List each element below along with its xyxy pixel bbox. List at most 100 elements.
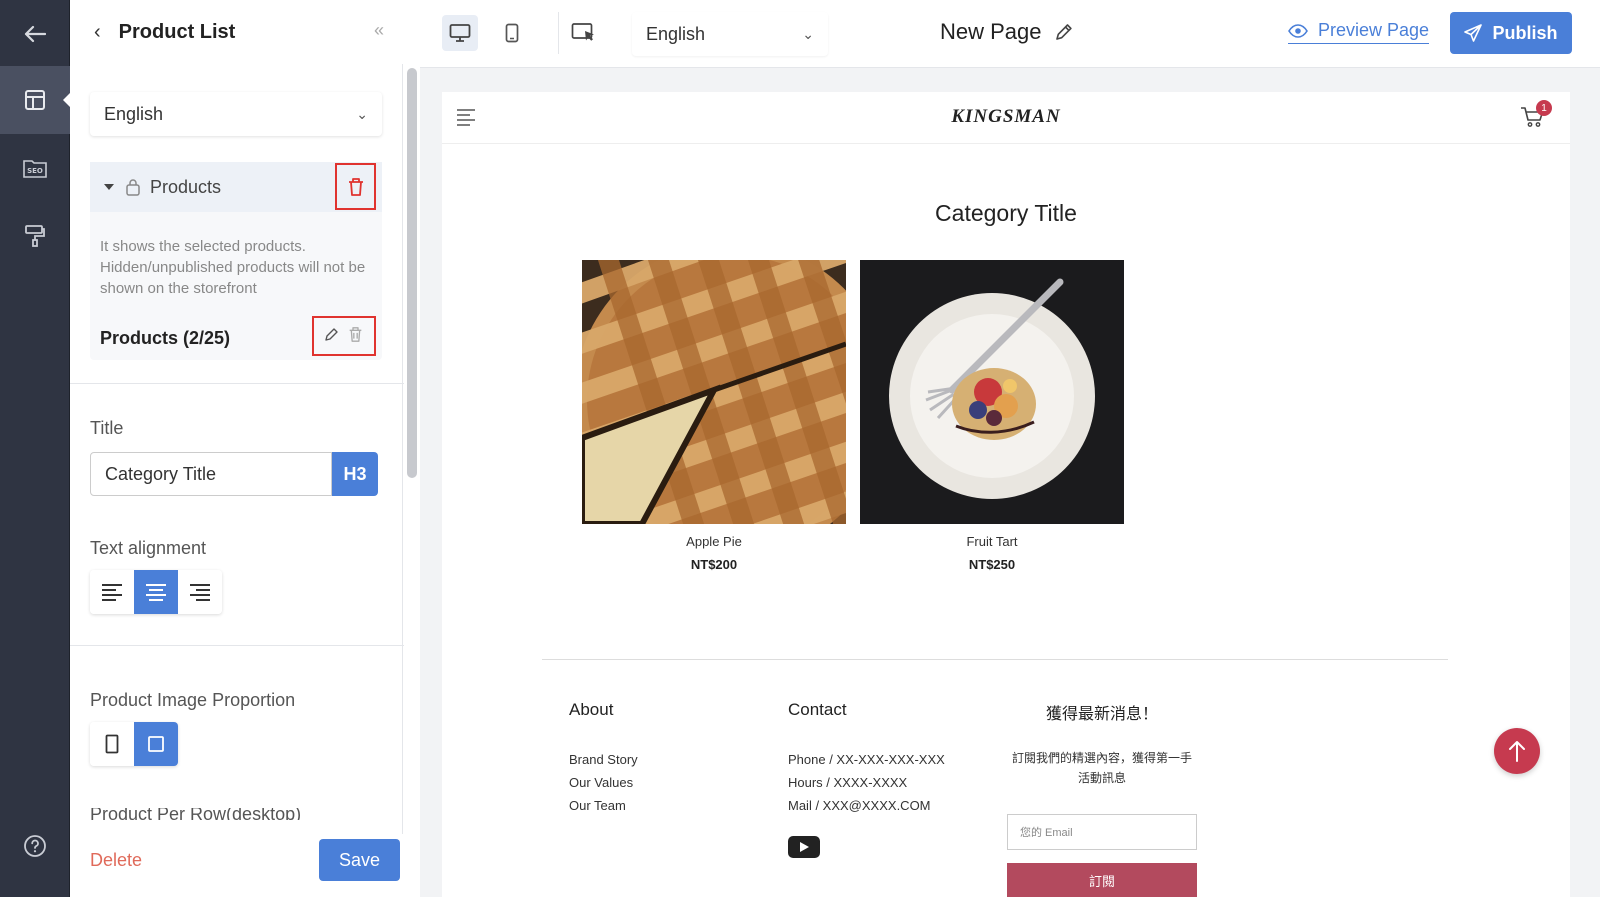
arrow-left-icon bbox=[24, 25, 46, 43]
heading-level-button[interactable]: H3 bbox=[332, 452, 378, 496]
settings-panel: ‹ Product List « English ⌄ Products It s… bbox=[70, 0, 420, 897]
select-element-button[interactable] bbox=[566, 15, 602, 51]
product-name: Fruit Tart bbox=[966, 534, 1018, 549]
layout-section-button[interactable] bbox=[0, 66, 71, 134]
chevron-down-icon: ⌄ bbox=[356, 105, 368, 122]
style-section-button[interactable] bbox=[0, 202, 70, 270]
newsletter-email-input[interactable]: 您的 Email bbox=[1007, 814, 1197, 850]
layout-icon bbox=[25, 90, 45, 110]
chevron-down-icon: ⌄ bbox=[802, 25, 814, 42]
text-alignment-label: Text alignment bbox=[90, 538, 207, 558]
footer-contact-heading: Contact bbox=[788, 700, 847, 719]
save-button[interactable]: Save bbox=[319, 839, 400, 881]
contact-line: Phone / XX-XXX-XXX-XXX bbox=[788, 752, 945, 767]
mobile-icon bbox=[505, 23, 519, 43]
eye-icon bbox=[1288, 23, 1308, 38]
product-price: NT$250 bbox=[968, 557, 1016, 572]
side-rail: SEO bbox=[0, 0, 71, 897]
help-circle-icon bbox=[24, 835, 46, 857]
seo-section-button[interactable]: SEO bbox=[0, 134, 70, 202]
footer-link[interactable]: Our Values bbox=[569, 775, 638, 790]
collapse-panel-icon[interactable]: « bbox=[374, 20, 384, 41]
language-select-value: English bbox=[104, 103, 164, 124]
align-left-icon bbox=[102, 584, 122, 601]
pencil-icon[interactable] bbox=[323, 327, 339, 343]
products-count: Products (2/25) bbox=[100, 328, 231, 348]
fruit-tart-image bbox=[860, 260, 1124, 524]
panel-divider bbox=[402, 64, 403, 834]
store-header: KINGSMAN 1 bbox=[442, 92, 1570, 144]
preview-page-link[interactable]: Preview Page bbox=[1288, 20, 1430, 44]
footer-contact-column: Contact Phone / XX-XXX-XXX-XXX Hours / X… bbox=[788, 700, 945, 821]
panel-title: Product List bbox=[118, 20, 236, 43]
scroll-to-top-button[interactable] bbox=[1494, 728, 1540, 774]
trash-icon[interactable] bbox=[347, 177, 365, 197]
footer-about-heading: About bbox=[569, 700, 614, 719]
publish-label: Publish bbox=[1492, 22, 1558, 43]
footer-link[interactable]: Brand Story bbox=[569, 752, 638, 767]
youtube-icon[interactable] bbox=[788, 836, 820, 858]
align-right-icon bbox=[190, 584, 210, 601]
products-block-label: Products bbox=[150, 176, 222, 197]
preview-page-label: Preview Page bbox=[1318, 20, 1430, 40]
product-card[interactable]: Apple Pie NT$200 bbox=[582, 260, 846, 572]
newsletter-subscribe-button[interactable]: 訂閱 bbox=[1007, 863, 1197, 897]
portrait-proportion-button[interactable] bbox=[90, 722, 134, 766]
seo-icon: SEO bbox=[23, 160, 47, 178]
products-per-row-label: Product Per Row(desktop) bbox=[90, 808, 302, 820]
divider bbox=[70, 383, 404, 384]
products-block: Products It shows the selected products.… bbox=[90, 162, 382, 360]
chevron-left-icon[interactable]: ‹ bbox=[94, 21, 101, 44]
help-button[interactable] bbox=[0, 812, 70, 880]
text-alignment-group bbox=[90, 570, 222, 614]
desktop-icon bbox=[449, 24, 471, 42]
language-select[interactable]: English ⌄ bbox=[90, 92, 382, 136]
align-center-icon bbox=[146, 584, 166, 601]
footer-divider bbox=[542, 659, 1448, 660]
products-description: It shows the selected products. Hidden/u… bbox=[100, 238, 366, 297]
page-language-value: English bbox=[646, 23, 706, 44]
title-label: Title bbox=[90, 418, 124, 438]
newsletter-text: 訂閱我們的精選內容，獲得第一手活動訊息 bbox=[1011, 751, 1192, 785]
footer-link[interactable]: Our Team bbox=[569, 798, 638, 813]
product-price: NT$200 bbox=[690, 557, 738, 572]
image-proportion-label: Product Image Proportion bbox=[90, 690, 296, 710]
mobile-view-button[interactable] bbox=[494, 15, 530, 51]
product-name: Apple Pie bbox=[686, 534, 742, 549]
lock-icon bbox=[126, 179, 140, 196]
arrow-up-icon bbox=[1509, 741, 1525, 762]
paper-plane-icon bbox=[1464, 24, 1483, 42]
highlight-box bbox=[312, 316, 376, 356]
panel-scrollbar[interactable] bbox=[407, 68, 417, 478]
pencil-icon[interactable] bbox=[1054, 22, 1074, 42]
newsletter-heading: 獲得最新消息！ bbox=[1045, 706, 1158, 723]
align-right-button[interactable] bbox=[178, 570, 222, 614]
page-preview-canvas: KINGSMAN 1 Category Title Apple Pie NT$2… bbox=[442, 92, 1570, 897]
store-brand-logo[interactable]: KINGSMAN bbox=[442, 106, 1570, 128]
toolbar-separator bbox=[558, 12, 559, 54]
delete-button[interactable]: Delete bbox=[90, 850, 142, 871]
trash-icon[interactable] bbox=[348, 326, 363, 343]
square-proportion-button[interactable] bbox=[134, 722, 178, 766]
publish-button[interactable]: Publish bbox=[1450, 12, 1572, 54]
panel-header: ‹ Product List « bbox=[70, 0, 420, 64]
contact-line: Hours / XXXX-XXXX bbox=[788, 775, 908, 790]
back-arrow-button[interactable] bbox=[0, 0, 70, 68]
svg-text:SEO: SEO bbox=[27, 167, 43, 175]
product-card[interactable]: Fruit Tart NT$250 bbox=[860, 260, 1124, 572]
portrait-rect-icon bbox=[105, 734, 119, 754]
caret-down-icon[interactable] bbox=[104, 184, 114, 190]
image-proportion-group bbox=[90, 722, 178, 766]
footer-about-column: About Brand Story Our Values Our Team bbox=[569, 700, 638, 821]
top-toolbar: English ⌄ New Page Preview Page Publish bbox=[420, 0, 1600, 68]
panel-footer: Delete Save bbox=[70, 834, 420, 897]
page-name-text: New Page bbox=[940, 19, 1042, 44]
align-left-button[interactable] bbox=[90, 570, 134, 614]
align-center-button[interactable] bbox=[134, 570, 178, 614]
page-language-select[interactable]: English ⌄ bbox=[632, 12, 828, 56]
title-input[interactable] bbox=[90, 452, 332, 496]
panel-scroll-area: English ⌄ Products It shows the selected… bbox=[70, 64, 404, 834]
page-name[interactable]: New Page bbox=[940, 19, 1074, 45]
desktop-view-button[interactable] bbox=[442, 15, 478, 51]
square-icon bbox=[148, 736, 164, 752]
